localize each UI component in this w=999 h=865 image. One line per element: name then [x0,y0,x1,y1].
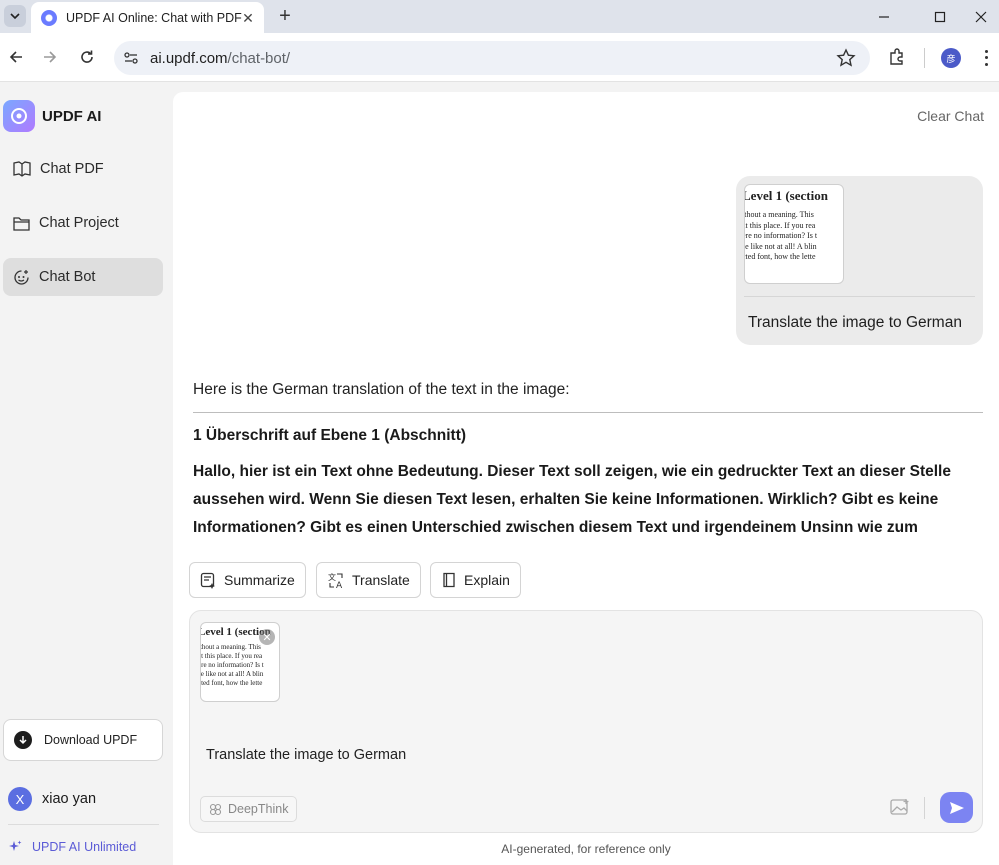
answer-intro: Here is the German translation of the te… [193,381,570,398]
updf-logo-icon [3,100,35,132]
download-label: Download UPDF [44,733,138,747]
sparkle-icon [9,840,22,851]
extensions-puzzle-icon[interactable] [887,47,907,67]
reload-button[interactable] [75,45,99,69]
summarize-button[interactable]: Summarize [189,562,306,598]
bookmark-star-icon[interactable] [836,48,856,68]
tab-search-button[interactable] [4,5,26,27]
user-account[interactable]: X xiao yan [8,787,96,811]
book-open-icon [13,161,31,177]
explain-button[interactable]: Explain [430,562,521,598]
summarize-icon [200,572,215,589]
book-icon [443,572,455,588]
reload-icon [81,50,93,63]
chat-panel: Clear Chat Level 1 (section ithout a mea… [173,92,999,865]
sidebar-item-label: Chat Bot [39,269,96,285]
image-upload-icon[interactable] [890,798,910,816]
new-tab-button[interactable]: + [274,6,296,28]
thumbnail-line: ere no information? Is t [200,661,264,669]
send-button[interactable] [940,792,973,823]
brand[interactable]: UPDF AI [3,100,101,132]
url-path: /chat-bot/ [227,50,291,67]
sidebar-item-chat-project[interactable]: Chat Project [3,204,163,242]
user-message-bubble: Level 1 (section ithout a meaning. This … [736,176,983,345]
arrow-left-icon [9,51,22,63]
forward-button[interactable] [38,45,62,69]
summarize-label: Summarize [224,572,295,588]
sidebar-divider [8,824,159,825]
composer-divider [924,797,925,819]
brand-name: UPDF AI [42,107,102,125]
translate-icon: 文A [328,572,343,589]
browser-toolbar: ai.updf.com/chat-bot/ [0,33,999,82]
site-settings-icon[interactable] [123,50,139,66]
download-icon [14,731,32,749]
deepthink-label: DeepThink [228,802,289,816]
browser-menu-icon[interactable] [980,48,992,68]
clear-chat-button[interactable]: Clear Chat [917,108,984,124]
answer-divider [193,412,983,413]
browser-tab[interactable]: UPDF AI Online: Chat with PDF ✕ [31,2,264,33]
ai-disclaimer: AI-generated, for reference only [501,842,671,856]
thumbnail-line: cted font, how the lette [200,679,263,687]
close-window-button[interactable] [963,0,999,33]
download-updf-button[interactable]: Download UPDF [3,719,163,761]
message-composer[interactable]: Level 1 (section ithout a meaning. This … [189,610,983,833]
send-icon [949,801,964,814]
thumbnail-line: at this place. If you rea [200,652,263,660]
minimize-icon [879,15,889,18]
avatar: X [8,787,32,811]
toolbar-divider [924,48,925,68]
answer-body: Hallo, hier ist ein Text ohne Bedeutung.… [193,463,951,536]
maximize-button[interactable] [917,0,963,33]
thumbnail-line: ere no information? Is t [744,231,818,240]
bubble-divider [744,296,975,297]
bot-icon [14,269,29,285]
message-input[interactable]: Translate the image to German [206,747,406,763]
address-bar[interactable]: ai.updf.com/chat-bot/ [114,41,870,75]
translate-label: Translate [352,572,410,588]
attached-image-thumbnail[interactable]: Level 1 (section ithout a meaning. This … [200,622,280,702]
updf-ai-unlimited-link[interactable]: UPDF AI Unlimited [8,840,136,854]
sidebar-item-chat-bot[interactable]: Chat Bot [3,258,163,296]
profile-avatar[interactable]: 彦 [941,48,961,68]
url-host: ai.updf.com [150,50,228,67]
thumbnail-line: ithout a meaning. This [744,210,814,219]
updf-favicon-icon [41,9,57,26]
translate-button[interactable]: 文A Translate [316,562,421,598]
sidebar-item-chat-pdf[interactable]: Chat PDF [3,150,163,188]
sidebar-item-label: Chat PDF [40,161,104,177]
folder-icon [13,216,30,231]
chevron-down-icon [10,13,20,20]
maximize-icon [934,11,946,22]
svg-text:A: A [336,581,343,589]
close-icon [975,11,987,22]
back-button[interactable] [4,45,28,69]
svg-text:文: 文 [328,572,336,582]
thumbnail-title: Level 1 (section [744,188,828,203]
thumbnail-line: at this place. If you rea [744,220,816,230]
unlimited-label: UPDF AI Unlimited [32,840,137,854]
user-message-text: Translate the image to German [748,314,962,331]
close-icon[interactable]: ✕ [240,10,256,26]
sidebar: UPDF AI Chat PDF Chat Project Chat Bot D… [0,83,172,865]
tab-bar: UPDF AI Online: Chat with PDF ✕ + [0,0,999,33]
thumbnail-line: cted font, how the lette [744,252,816,261]
image-attachment-thumbnail[interactable]: Level 1 (section ithout a meaning. This … [744,184,844,284]
arrow-right-icon [44,51,57,63]
sidebar-item-label: Chat Project [39,215,119,231]
url-text: ai.updf.com/chat-bot/ [150,50,290,67]
thumbnail-line: se like not at all! A blin [744,241,817,251]
deepthink-toggle[interactable]: DeepThink [200,796,298,822]
explain-label: Explain [464,572,510,588]
remove-attachment-icon[interactable]: ✕ [259,629,275,645]
deepthink-icon [209,803,222,815]
minimize-button[interactable] [861,0,907,33]
user-name: xiao yan [42,791,97,807]
tab-title: UPDF AI Online: Chat with PDF [66,10,242,25]
thumbnail-line: se like not at all! A blin [200,670,264,678]
answer-heading: 1 Überschrift auf Ebene 1 (Abschnitt) [193,427,467,444]
